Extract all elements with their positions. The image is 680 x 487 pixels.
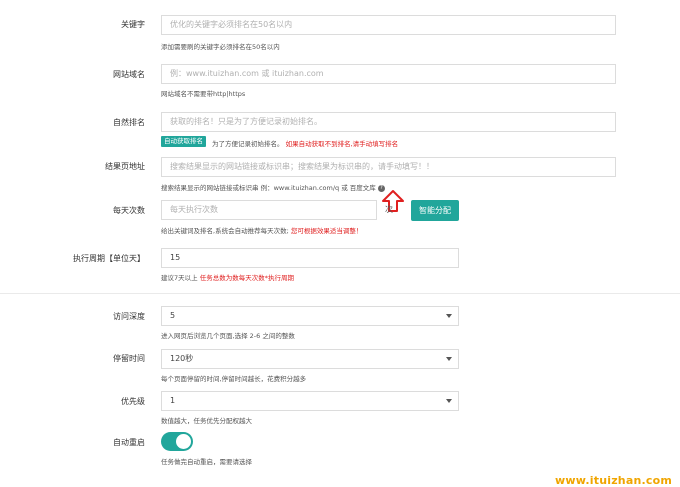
chevron-down-icon: [446, 357, 452, 361]
natural-rank-label: 自然排名: [113, 118, 145, 127]
stay-value: 120秒: [170, 354, 194, 363]
chevron-down-icon: [446, 314, 452, 318]
result-url-label: 结果页地址: [105, 162, 145, 171]
natural-rank-input[interactable]: 获取的排名！只是为了方便记录初始排名。: [161, 112, 616, 132]
toggle-knob: [176, 434, 191, 449]
auto-restart-help: 任务做完自动重启，需要请选择: [161, 458, 252, 466]
auto-rank-button[interactable]: 自动获取排名: [161, 136, 206, 147]
period-help-warning: 任务总数为数每天次数*执行周期: [199, 274, 294, 282]
priority-label: 优先级: [121, 397, 145, 406]
priority-select[interactable]: 1: [161, 391, 459, 411]
keyword-input[interactable]: 优化的关键字必须排名在50名以内: [161, 15, 616, 35]
period-help-text: 建议7天以上: [161, 274, 198, 282]
domain-input[interactable]: 例：www.ituizhan.com 或 ituizhan.com: [161, 64, 616, 84]
priority-help: 数值越大，任务优先分配权越大: [161, 417, 252, 425]
natural-rank-help-warning: 如果自动获取不到排名,请手动填写排名: [285, 140, 399, 148]
smart-assign-button[interactable]: 智能分配: [411, 200, 459, 221]
priority-value: 1: [170, 396, 176, 405]
period-help: 建议7天以上 任务总数为数每天次数*执行周期: [161, 272, 294, 282]
daily-count-help-text: 给出关键词及排名,系统会自动推荐每天次数;: [161, 227, 289, 235]
daily-count-input[interactable]: 每天执行次数: [161, 200, 377, 220]
section-divider: [0, 293, 680, 294]
result-url-input[interactable]: 搜索结果显示的网站链接或标识串；搜索结果为标识串的，请手动填写！！: [161, 157, 616, 177]
period-label: 执行周期【单位天】: [73, 254, 145, 263]
depth-select[interactable]: 5: [161, 306, 459, 326]
stay-help: 每个页面停留的时间,停留时间越长，花费积分越多: [161, 375, 307, 383]
watermark: www.ituizhan.com: [555, 474, 672, 487]
stay-label: 停留时间: [113, 354, 145, 363]
keyword-help: 添加需要刷的关键字必须排名在50名以内: [161, 43, 280, 51]
daily-count-help-warning: 您可根据效果适当调整！: [290, 227, 363, 235]
depth-label: 访问深度: [113, 312, 145, 321]
depth-value: 5: [170, 311, 176, 320]
daily-count-label: 每天次数: [113, 206, 145, 215]
natural-rank-help-text: 为了方便记录初始排名。: [212, 140, 284, 148]
chevron-down-icon: [446, 399, 452, 403]
period-input[interactable]: 15: [161, 248, 459, 268]
arrow-up-icon: [382, 190, 404, 212]
natural-rank-help: 为了方便记录初始排名。 如果自动获取不到排名,请手动填写排名: [212, 138, 398, 148]
result-url-help: 搜索结果显示的网站链接或标识串 例：www.ituizhan.com/q 或 百…: [161, 182, 385, 192]
auto-restart-label: 自动重启: [113, 438, 145, 447]
domain-label: 网站域名: [113, 70, 145, 79]
auto-restart-toggle[interactable]: [161, 432, 193, 451]
stay-select[interactable]: 120秒: [161, 349, 459, 369]
depth-help: 进入网页后浏览几个页面,选择 2-6 之间的整数: [161, 332, 295, 340]
domain-help: 网站域名不需要带http|https: [161, 90, 246, 98]
keyword-label: 关键字: [121, 20, 145, 29]
daily-count-suffix: 次: [385, 205, 393, 214]
daily-count-help: 给出关键词及排名,系统会自动推荐每天次数; 您可根据效果适当调整！: [161, 225, 362, 235]
result-url-help-text: 搜索结果显示的网站链接或标识串 例：www.ituizhan.com/q 或 百…: [161, 184, 376, 192]
